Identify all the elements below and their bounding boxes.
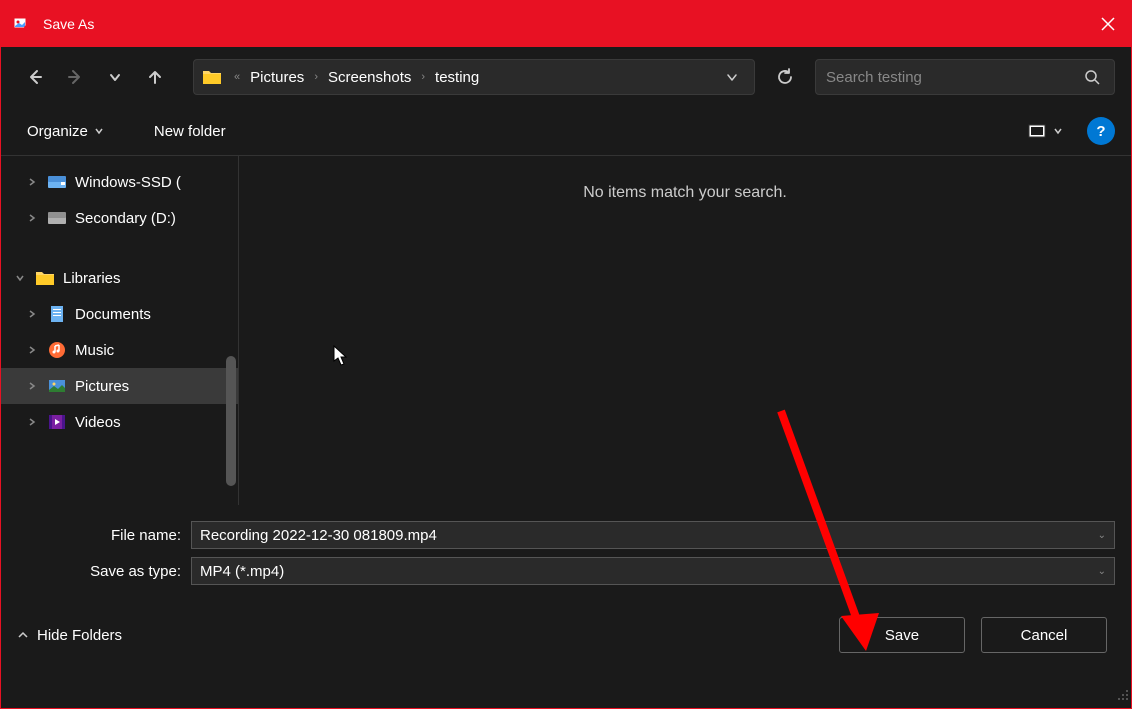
file-input-area: File name: Recording 2022-12-30 081809.m… [1, 505, 1131, 601]
breadcrumb-overflow-icon[interactable]: « [234, 71, 240, 83]
chevron-right-icon[interactable] [25, 379, 39, 393]
chevron-right-icon[interactable] [25, 343, 39, 357]
forward-button[interactable] [57, 59, 93, 95]
tree-item-label: Secondary (D:) [75, 210, 176, 227]
navigation-bar: « Pictures › Screenshots › testing [1, 47, 1131, 107]
sidebar-scrollbar[interactable] [226, 356, 236, 486]
window-title: Save As [43, 16, 94, 32]
recent-locations-button[interactable] [97, 59, 133, 95]
new-folder-label: New folder [154, 123, 226, 140]
chevron-right-icon[interactable] [25, 415, 39, 429]
breadcrumb-item[interactable]: Screenshots [322, 65, 417, 90]
sidebar-item-documents[interactable]: Documents [1, 296, 238, 332]
chevron-up-icon [17, 629, 29, 641]
sidebar-item-videos[interactable]: Videos [1, 404, 238, 440]
drive-icon [47, 172, 67, 192]
app-icon [13, 15, 31, 33]
file-name-value: Recording 2022-12-30 081809.mp4 [200, 527, 1106, 544]
save-as-type-label: Save as type: [17, 563, 191, 580]
file-name-input[interactable]: Recording 2022-12-30 081809.mp4 ⌄ [191, 521, 1115, 549]
address-bar[interactable]: « Pictures › Screenshots › testing [193, 59, 755, 95]
videos-icon [47, 412, 67, 432]
chevron-down-icon [1053, 126, 1063, 136]
save-as-type-value: MP4 (*.mp4) [200, 563, 1106, 580]
up-button[interactable] [137, 59, 173, 95]
hide-folders-button[interactable]: Hide Folders [17, 627, 122, 644]
sidebar-item-libraries[interactable]: Libraries [1, 260, 238, 296]
address-history-dropdown[interactable] [718, 63, 746, 91]
resize-grip-icon[interactable] [1117, 688, 1129, 706]
chevron-down-icon[interactable]: ⌄ [1098, 566, 1106, 577]
search-bar[interactable] [815, 59, 1115, 95]
breadcrumb-item[interactable]: Pictures [244, 65, 310, 90]
organize-button[interactable]: Organize [17, 117, 114, 146]
back-button[interactable] [17, 59, 53, 95]
save-as-type-select[interactable]: MP4 (*.mp4) ⌄ [191, 557, 1115, 585]
empty-state-message: No items match your search. [583, 184, 787, 202]
documents-icon [47, 304, 67, 324]
folder-icon [202, 69, 222, 85]
organize-label: Organize [27, 123, 88, 140]
cancel-button[interactable]: Cancel [981, 617, 1107, 653]
search-icon[interactable] [1080, 65, 1104, 89]
chevron-down-icon[interactable] [13, 271, 27, 285]
chevron-down-icon [94, 126, 104, 136]
view-options-button[interactable] [1019, 117, 1071, 145]
file-name-label: File name: [17, 527, 191, 544]
libraries-icon [35, 268, 55, 288]
sidebar-tree[interactable]: Windows-SSD ( Secondary (D:) Libraries D… [1, 156, 239, 505]
refresh-button[interactable] [767, 59, 803, 95]
window-titlebar: Save As [1, 1, 1131, 47]
pictures-icon [47, 376, 67, 396]
tree-item-label: Libraries [63, 270, 121, 287]
dialog-bottom-bar: Hide Folders Save Cancel [1, 601, 1131, 669]
sidebar-item-pictures[interactable]: Pictures [1, 368, 238, 404]
breadcrumb-item[interactable]: testing [429, 65, 485, 90]
view-icon [1027, 121, 1047, 141]
sidebar-item-music[interactable]: Music [1, 332, 238, 368]
drive-icon [47, 208, 67, 228]
tree-item-label: Windows-SSD ( [75, 174, 181, 191]
toolbar: Organize New folder ? [1, 107, 1131, 155]
search-input[interactable] [826, 69, 1080, 86]
tree-item-label: Videos [75, 414, 121, 431]
chevron-down-icon[interactable]: ⌄ [1098, 530, 1106, 541]
tree-item-label: Pictures [75, 378, 129, 395]
mouse-cursor-icon [333, 345, 349, 372]
tree-item-label: Documents [75, 306, 151, 323]
chevron-right-icon[interactable]: › [314, 71, 318, 83]
chevron-right-icon[interactable]: › [421, 71, 425, 83]
new-folder-button[interactable]: New folder [144, 117, 236, 146]
chevron-right-icon[interactable] [25, 211, 39, 225]
help-button[interactable]: ? [1087, 117, 1115, 145]
tree-item-label: Music [75, 342, 114, 359]
save-button[interactable]: Save [839, 617, 965, 653]
hide-folders-label: Hide Folders [37, 627, 122, 644]
chevron-right-icon[interactable] [25, 307, 39, 321]
file-list-view[interactable]: No items match your search. [239, 156, 1131, 505]
music-icon [47, 340, 67, 360]
sidebar-item-drive-c[interactable]: Windows-SSD ( [1, 164, 238, 200]
chevron-right-icon[interactable] [25, 175, 39, 189]
close-button[interactable] [1085, 1, 1131, 47]
sidebar-item-drive-d[interactable]: Secondary (D:) [1, 200, 238, 236]
